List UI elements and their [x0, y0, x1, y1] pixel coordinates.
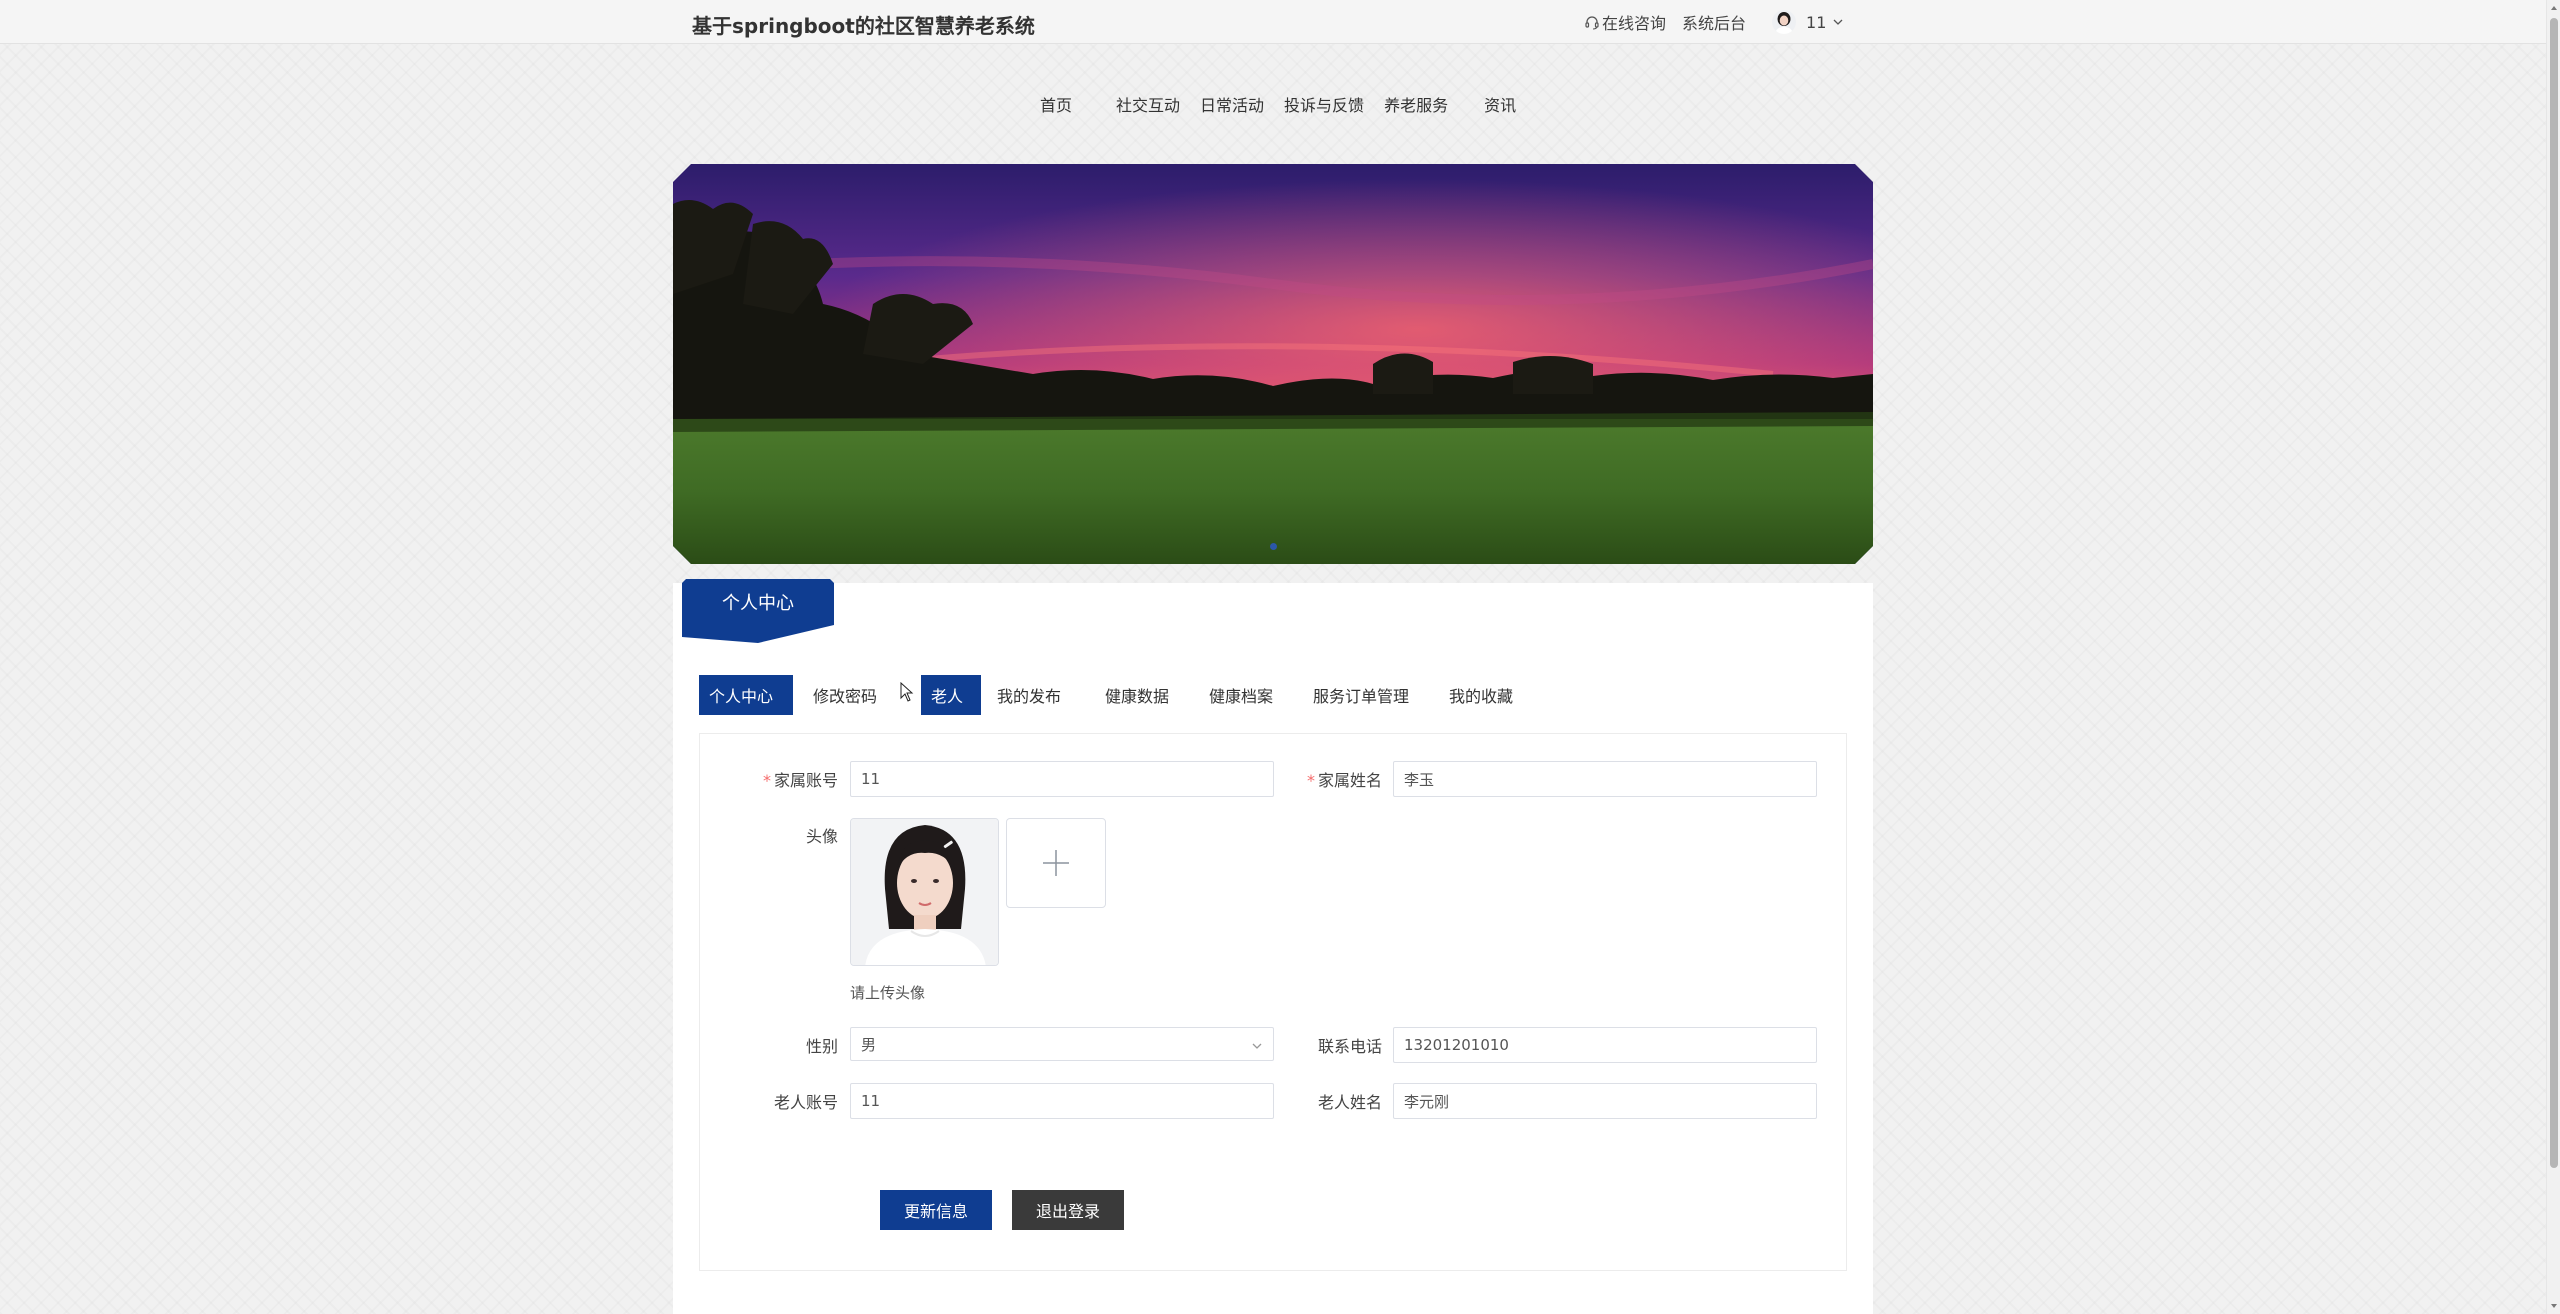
required-mark: *: [1306, 771, 1315, 790]
avatar-photo[interactable]: [850, 818, 999, 966]
banner-image: [673, 164, 1873, 564]
site-title[interactable]: 基于springboot的社区智慧养老系统: [692, 10, 1035, 39]
carousel-indicator[interactable]: [1270, 543, 1277, 550]
headset-icon: [1585, 16, 1599, 30]
top-bar: 基于springboot的社区智慧养老系统 在线咨询 系统后台 11: [0, 0, 2546, 44]
tab-health-records[interactable]: 健康档案: [1189, 675, 1293, 715]
family-account-input[interactable]: 11: [850, 761, 1274, 797]
scroll-up-icon[interactable]: [2550, 4, 2558, 12]
family-name-input[interactable]: 李玉: [1393, 761, 1817, 797]
nav-item-activities[interactable]: 日常活动: [1200, 92, 1264, 116]
nav-item-social[interactable]: 社交互动: [1116, 92, 1180, 116]
tab-elderly[interactable]: 老人: [921, 675, 981, 715]
tab-personal-center[interactable]: 个人中心: [699, 675, 793, 715]
tab-health-data[interactable]: 健康数据: [1085, 675, 1189, 715]
nav-item-news[interactable]: 资讯: [1484, 92, 1516, 116]
family-account-label: * 家属账号: [762, 771, 838, 790]
elder-account-input[interactable]: 11: [850, 1083, 1274, 1119]
username: 11: [1806, 12, 1827, 32]
elder-name-label: 老人姓名: [1317, 1093, 1382, 1112]
elder-account-label: 老人账号: [773, 1093, 838, 1112]
family-name-label: * 家属姓名: [1306, 771, 1382, 790]
avatar-upload-button[interactable]: [1006, 818, 1106, 908]
chevron-down-icon: [1252, 1043, 1262, 1049]
tab-bar: 个人中心 修改密码 老人 我的发布 健康数据 健康档案 服务订单管理 我的收藏: [699, 675, 1519, 715]
admin-backend-link[interactable]: 系统后台: [1682, 10, 1746, 34]
banner-carousel[interactable]: [673, 164, 1873, 564]
page-scrollbar[interactable]: [2546, 0, 2560, 1314]
update-info-button[interactable]: 更新信息: [880, 1190, 992, 1230]
tab-my-posts[interactable]: 我的发布: [981, 675, 1085, 715]
scrollbar-thumb[interactable]: [2550, 18, 2558, 1168]
online-consult-link[interactable]: 在线咨询: [1584, 10, 1666, 34]
phone-input[interactable]: 13201201010: [1393, 1027, 1817, 1063]
gender-label: 性别: [805, 1037, 838, 1056]
logout-button[interactable]: 退出登录: [1012, 1190, 1124, 1230]
scroll-down-icon[interactable]: [2550, 1302, 2558, 1310]
chevron-down-icon: [1833, 19, 1843, 25]
nav-item-feedback[interactable]: 投诉与反馈: [1284, 92, 1364, 116]
mouse-cursor-icon: [900, 682, 914, 702]
panel-title-ribbon: 个人中心: [682, 579, 834, 643]
gender-value: 男: [861, 1035, 877, 1054]
main-nav-items: 首页 社交互动 日常活动 投诉与反馈 养老服务 资讯: [1040, 92, 1516, 116]
tab-my-favorites[interactable]: 我的收藏: [1429, 675, 1519, 715]
nav-item-services[interactable]: 养老服务: [1384, 92, 1448, 116]
required-mark: *: [762, 771, 771, 790]
avatar-label: 头像: [805, 827, 838, 846]
elder-name-input[interactable]: 李元刚: [1393, 1083, 1817, 1119]
tab-service-orders[interactable]: 服务订单管理: [1293, 675, 1429, 715]
online-consult-label: 在线咨询: [1602, 14, 1667, 33]
panel-title: 个人中心: [722, 593, 794, 614]
gender-select[interactable]: 男: [850, 1027, 1274, 1061]
plus-icon: [1043, 850, 1069, 876]
phone-label: 联系电话: [1317, 1037, 1382, 1056]
nav-item-home[interactable]: 首页: [1040, 92, 1072, 116]
user-menu[interactable]: 11: [1772, 10, 1844, 34]
top-right-actions: 在线咨询 系统后台 11: [1584, 10, 1844, 34]
avatar-hint: 请上传头像: [850, 984, 926, 1002]
avatar: [1772, 10, 1797, 34]
portrait-image: [851, 819, 998, 965]
